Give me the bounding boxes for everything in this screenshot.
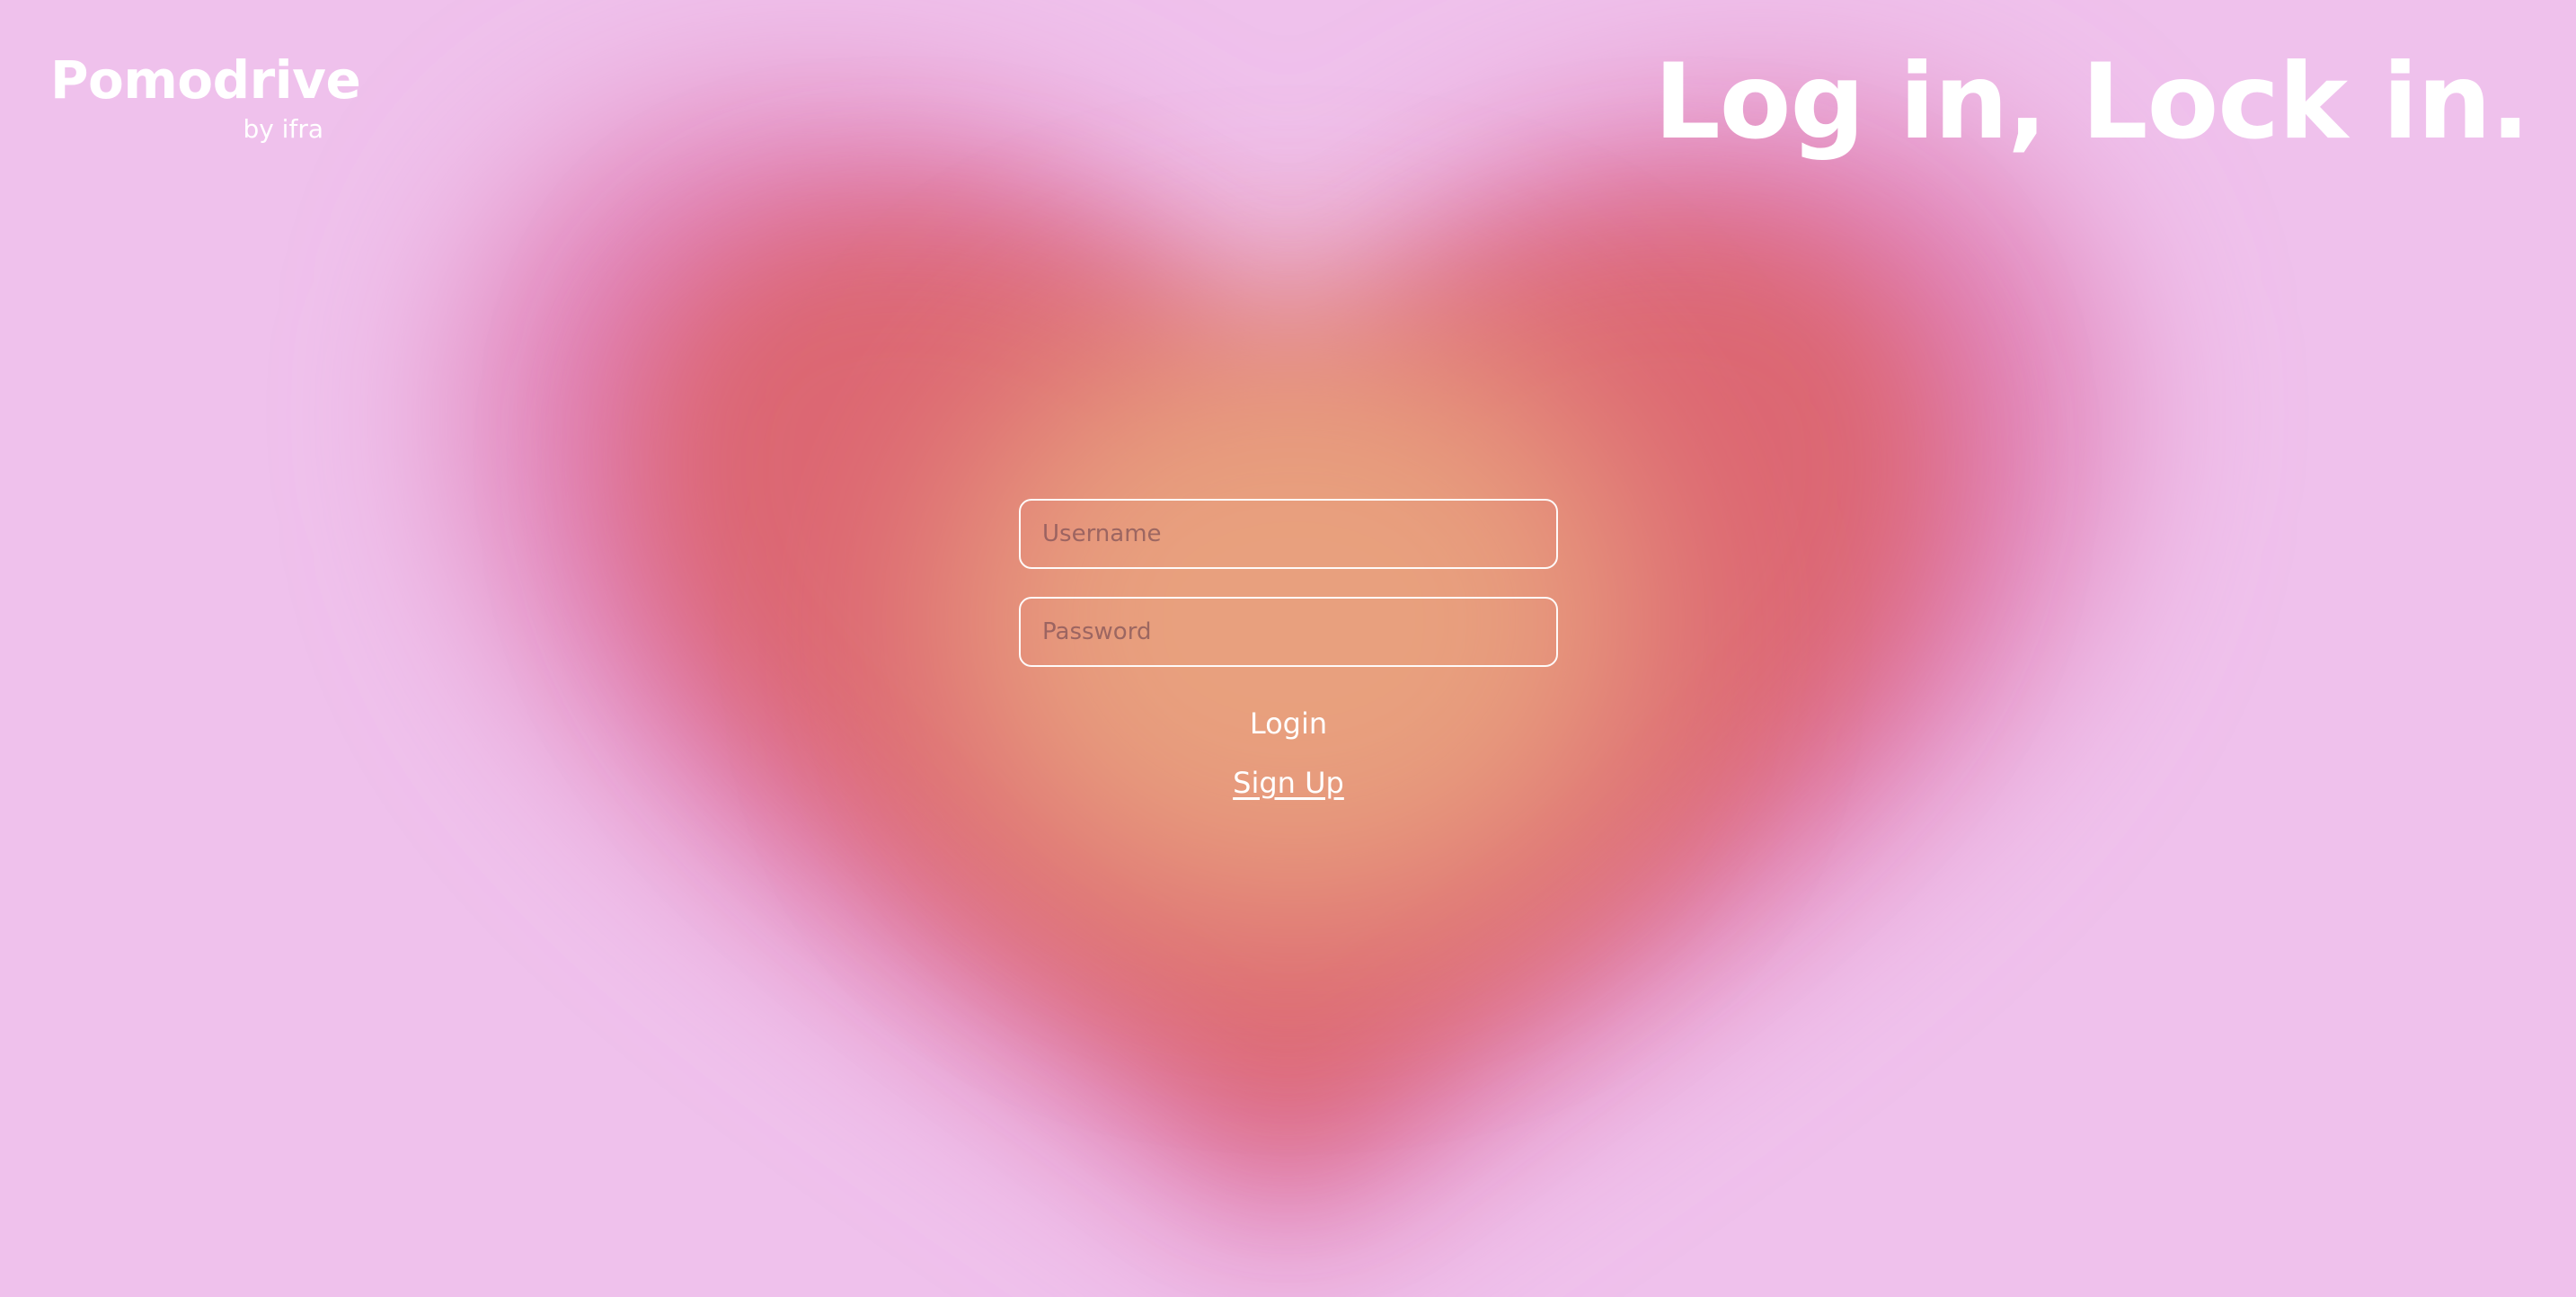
sign-up-link[interactable]: Sign Up xyxy=(1233,766,1344,800)
page-title: Log in, Lock in. xyxy=(1653,41,2530,163)
username-input[interactable] xyxy=(1019,499,1558,569)
login-form: Login Sign Up xyxy=(1019,499,1558,800)
brand-name: Pomodrive xyxy=(50,49,361,111)
brand-subtitle: by ifra xyxy=(243,114,323,144)
brand-logo: Pomodrive by ifra xyxy=(50,49,361,144)
password-input[interactable] xyxy=(1019,597,1558,667)
login-button[interactable]: Login xyxy=(1239,701,1338,746)
